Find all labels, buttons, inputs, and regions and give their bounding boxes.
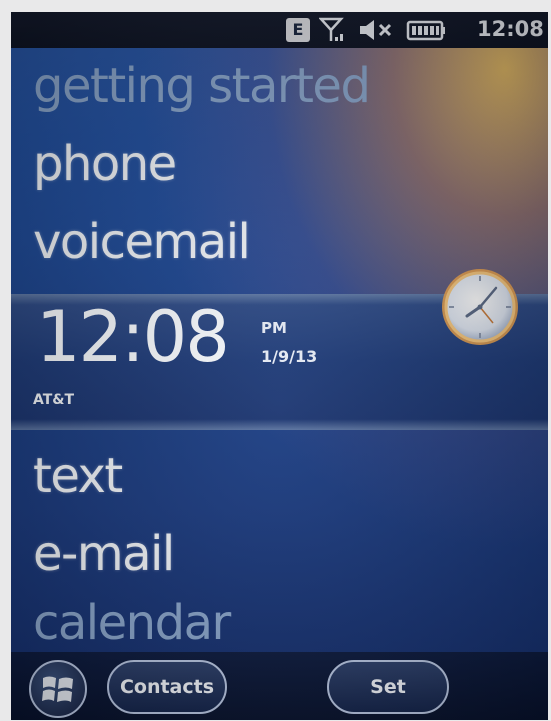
signal-icon[interactable] [317, 12, 347, 48]
menu-item-text[interactable]: text [33, 448, 123, 504]
home-screen: E 12:08 getting started phone voicemail … [11, 12, 548, 720]
home-clock-ampm: PM [261, 319, 287, 337]
menu-item-voicemail[interactable]: voicemail [33, 214, 251, 270]
volume-muted-icon[interactable] [355, 12, 399, 48]
status-clock[interactable]: 12:08 [477, 17, 544, 41]
battery-icon[interactable] [405, 12, 447, 48]
windows-start-button[interactable] [29, 660, 87, 718]
windows-start-icon [42, 676, 73, 702]
contacts-softkey[interactable]: Contacts [107, 660, 227, 714]
soft-key-bar [11, 652, 548, 720]
network-type-badge: E [286, 18, 310, 42]
menu-item-calendar[interactable]: calendar [33, 595, 231, 651]
home-clock-date: 1/9/13 [261, 347, 318, 366]
home-clock-time: 12:08 [36, 296, 230, 378]
analog-clock-icon [439, 266, 521, 348]
status-bar: E 12:08 [11, 12, 548, 48]
menu-item-phone[interactable]: phone [33, 136, 177, 192]
menu-item-getting-started[interactable]: getting started [33, 58, 371, 114]
set-softkey[interactable]: Set [327, 660, 449, 714]
carrier-label: AT&T [33, 392, 75, 408]
menu-item-email[interactable]: e-mail [33, 526, 175, 582]
